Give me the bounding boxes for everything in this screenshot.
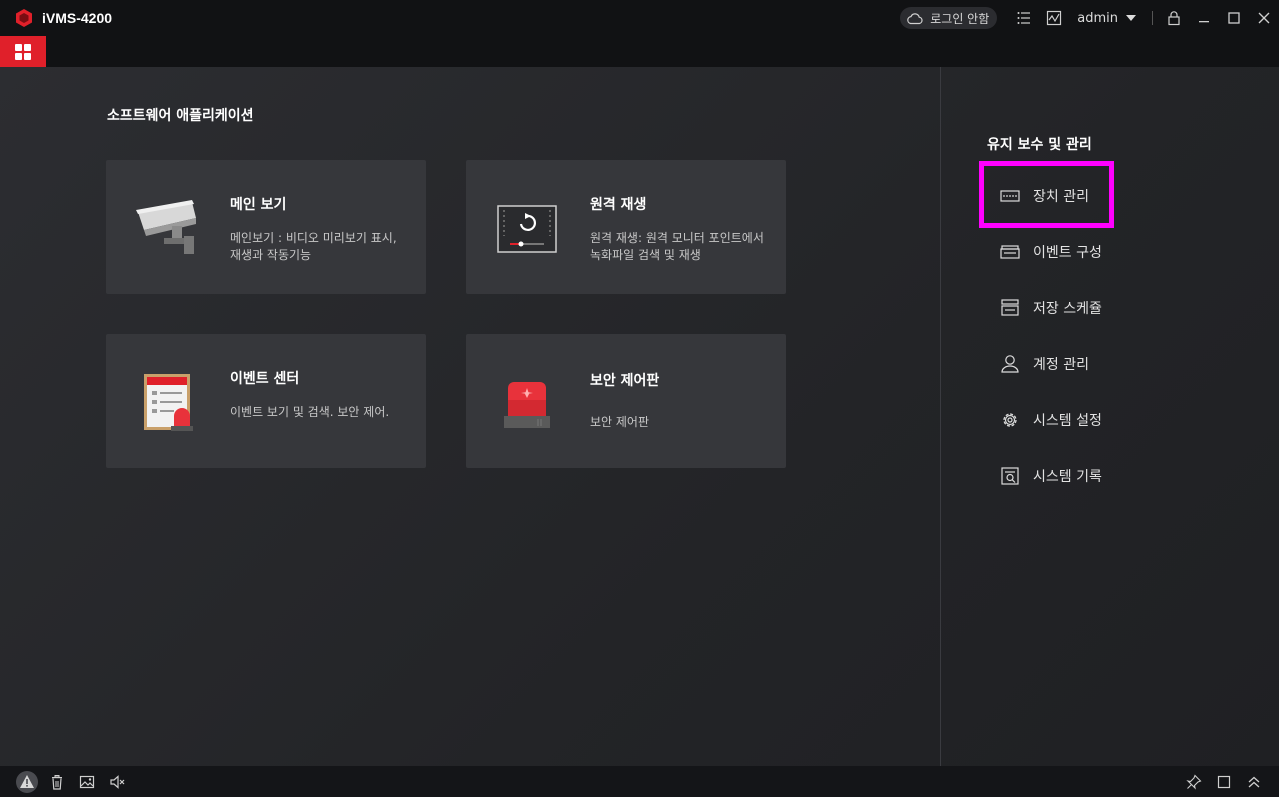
monitor-button[interactable] <box>1039 0 1069 36</box>
user-name: admin <box>1077 10 1118 26</box>
divider <box>1152 11 1153 25</box>
app-logo: iVMS-4200 <box>14 8 112 28</box>
expand-up-button[interactable] <box>1239 766 1269 797</box>
double-chevron-up-icon <box>1248 776 1260 787</box>
list-icon <box>1017 12 1031 24</box>
warning-icon <box>16 770 38 793</box>
gear-icon <box>1003 413 1017 427</box>
nav-bar <box>0 36 1279 67</box>
storage-icon <box>1001 299 1019 316</box>
chevron-down-icon <box>1126 15 1136 21</box>
menu-item-storage-schedule[interactable]: 저장 스케쥴 <box>1000 295 1102 321</box>
card-remote-playback[interactable]: 원격 재생 원격 재생: 원격 모니터 포인트에서 녹화파일 검색 및 재생 <box>466 160 786 294</box>
menu-item-account-management[interactable]: 계정 관리 <box>1000 351 1089 377</box>
alarm-status-button[interactable] <box>12 766 42 797</box>
alarm-light-icon <box>504 382 550 428</box>
lock-icon <box>1168 11 1180 26</box>
menu-item-label: 계정 관리 <box>1033 357 1089 373</box>
card-title: 메인 보기 <box>230 197 287 213</box>
playback-icon <box>497 205 557 253</box>
square-icon <box>1217 775 1231 788</box>
maintenance-title: 유지 보수 및 관리 <box>987 137 1092 153</box>
login-status-button[interactable]: 로그인 안함 <box>900 7 998 29</box>
menu-item-label: 시스템 설정 <box>1033 413 1102 429</box>
pin-icon <box>1186 774 1202 790</box>
speaker-mute-icon <box>110 774 125 789</box>
section-title: 소프트웨어 애플리케이션 <box>107 108 254 124</box>
vertical-divider <box>940 67 941 766</box>
status-bar <box>0 766 1279 797</box>
card-title: 이벤트 센터 <box>230 371 300 387</box>
card-description: 보안 제어판 <box>590 415 650 429</box>
minimize-button[interactable] <box>1189 0 1219 36</box>
task-list-button[interactable] <box>1009 0 1039 36</box>
card-title: 보안 제어판 <box>590 373 660 389</box>
image-icon <box>79 775 95 788</box>
maximize-icon <box>1228 12 1240 24</box>
hikvision-logo-icon <box>16 9 32 27</box>
menu-item-label: 시스템 기록 <box>1033 469 1102 485</box>
app-title: iVMS-4200 <box>42 10 113 26</box>
image-button[interactable] <box>72 766 102 797</box>
card-security-panel[interactable]: 보안 제어판 보안 제어판 <box>466 334 786 468</box>
main-content: 소프트웨어 애플리케이션 메인 보기 메인보기 : 비디오 미리보기 표시, 재… <box>0 67 1279 766</box>
minimize-icon <box>1199 21 1209 23</box>
trash-icon <box>52 774 62 790</box>
chart-monitor-icon <box>1047 10 1062 26</box>
grid-icon <box>15 43 31 60</box>
event-center-icon <box>144 374 193 431</box>
close-icon <box>1258 12 1270 24</box>
menu-item-system-log[interactable]: 시스템 기록 <box>1000 463 1102 489</box>
user-icon <box>1001 355 1019 373</box>
title-bar: iVMS-4200 로그인 안함 admin <box>0 0 1279 36</box>
card-title: 원격 재생 <box>590 197 647 213</box>
card-description: 이벤트 보기 및 검색. 보안 제어. <box>230 405 390 419</box>
window-button[interactable] <box>1209 766 1239 797</box>
home-tab[interactable] <box>0 36 46 67</box>
close-button[interactable] <box>1249 0 1279 36</box>
menu-item-label: 이벤트 구성 <box>1033 245 1102 261</box>
delete-button[interactable] <box>42 766 72 797</box>
maximize-button[interactable] <box>1219 0 1249 36</box>
user-menu[interactable]: admin <box>1077 11 1136 26</box>
menu-item-event-config[interactable]: 이벤트 구성 <box>1000 239 1102 265</box>
camera-icon <box>136 200 196 254</box>
menu-item-system-settings[interactable]: 시스템 설정 <box>1000 407 1102 433</box>
menu-item-label: 저장 스케쥴 <box>1033 301 1102 317</box>
event-config-icon <box>1000 245 1020 259</box>
cloud-icon <box>907 13 923 25</box>
log-icon <box>1001 467 1019 485</box>
lock-button[interactable] <box>1159 0 1189 36</box>
card-description: 메인보기 : 비디오 미리보기 표시, 재생과 작동기능 <box>230 231 397 262</box>
card-event-center[interactable]: 이벤트 센터 이벤트 보기 및 검색. 보안 제어. <box>106 334 426 468</box>
card-description: 원격 재생: 원격 모니터 포인트에서 녹화파일 검색 및 재생 <box>590 231 764 262</box>
mute-button[interactable] <box>102 766 132 797</box>
login-status-label: 로그인 안함 <box>930 11 990 26</box>
card-main-view[interactable]: 메인 보기 메인보기 : 비디오 미리보기 표시, 재생과 작동기능 <box>106 160 426 294</box>
pin-button[interactable] <box>1179 766 1209 797</box>
highlight-box <box>979 161 1114 228</box>
